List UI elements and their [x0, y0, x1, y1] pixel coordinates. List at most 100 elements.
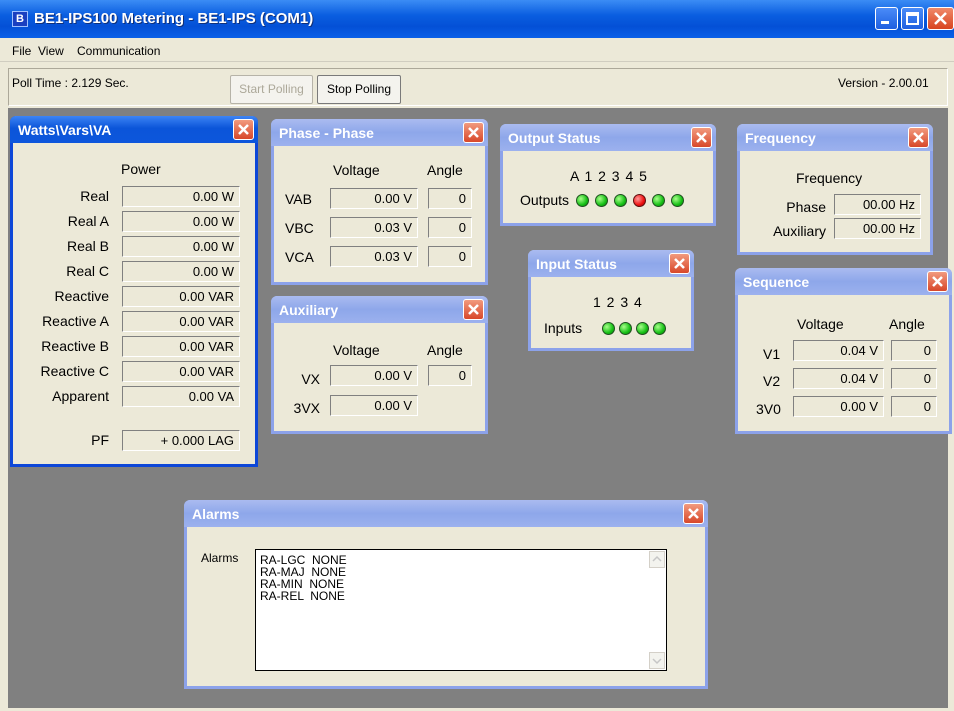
output-led-2: [614, 194, 627, 207]
alarms-caption[interactable]: Alarms: [184, 500, 708, 527]
output-status-window: Output Status A 1 2 3 4 5 Outputs: [500, 124, 716, 226]
frequency-caption[interactable]: Frequency: [737, 124, 933, 151]
minimize-button[interactable]: [875, 7, 898, 30]
3vx-label: 3VX: [293, 400, 320, 416]
menu-communication[interactable]: Communication: [77, 44, 160, 58]
output-status-title: Output Status: [508, 130, 601, 146]
start-polling-button[interactable]: Start Polling: [230, 75, 313, 104]
vbc-label: VBC: [285, 220, 314, 236]
watts-window: Watts\Vars\VA Power Real 0.00 W Real A 0…: [10, 116, 258, 467]
input-close-button[interactable]: [669, 253, 690, 274]
v1-voltage: 0.04 V: [793, 340, 884, 361]
phase-title: Phase - Phase: [279, 125, 374, 141]
row-label: Reactive B: [41, 338, 109, 354]
menu-file[interactable]: File: [12, 44, 31, 58]
auxiliary-close-button[interactable]: [463, 299, 484, 320]
phase-frequency-value: 00.00 Hz: [834, 194, 921, 215]
angle-header: Angle: [427, 342, 463, 358]
angle-header: Angle: [889, 316, 925, 332]
output-led-1: [595, 194, 608, 207]
title-bar[interactable]: B BE1-IPS100 Metering - BE1-IPS (COM1): [0, 0, 954, 38]
alarm-line: RA-REL NONE: [260, 589, 345, 603]
row-label: Real A: [67, 213, 109, 229]
minimize-icon: [881, 21, 889, 24]
input-status-window: Input Status 1 2 3 4 Inputs: [528, 250, 694, 351]
frequency-title: Frequency: [745, 130, 816, 146]
pf-label: PF: [91, 432, 109, 448]
alarms-close-button[interactable]: [683, 503, 704, 524]
row-label: Real: [80, 188, 109, 204]
alarms-title: Alarms: [192, 506, 240, 522]
sequence-window: Sequence Voltage Angle V1 0.04 V 0 V2 0.…: [735, 268, 952, 434]
input-led-1: [602, 322, 615, 335]
auxiliary-caption[interactable]: Auxiliary: [271, 296, 488, 323]
alarms-label: Alarms: [201, 551, 239, 565]
vca-angle: 0: [428, 246, 472, 267]
phase-window: Phase - Phase Voltage Angle VAB 0.00 V 0…: [271, 119, 488, 285]
sequence-close-button[interactable]: [927, 271, 948, 292]
sequence-caption[interactable]: Sequence: [735, 268, 952, 295]
close-icon: [468, 127, 479, 138]
close-icon: [934, 12, 947, 25]
output-led-4: [652, 194, 665, 207]
output-led-3: [633, 194, 646, 207]
close-button[interactable]: [927, 7, 954, 30]
row-label: Real C: [66, 263, 109, 279]
watts-close-button[interactable]: [233, 119, 254, 140]
watts-caption[interactable]: Watts\Vars\VA: [10, 116, 258, 143]
row-label: Reactive: [54, 288, 109, 304]
v1-label: V1: [763, 346, 781, 362]
row-label: Reactive C: [40, 363, 109, 379]
voltage-header: Voltage: [797, 316, 844, 332]
input-headers: 1 2 3 4: [593, 294, 642, 310]
v2-voltage: 0.04 V: [793, 368, 884, 389]
reactive-c-value: 0.00 VAR: [122, 361, 240, 382]
input-status-title: Input Status: [536, 256, 617, 272]
menu-view[interactable]: View: [38, 44, 64, 58]
row-label: Real B: [66, 238, 109, 254]
vab-voltage: 0.00 V: [330, 188, 418, 209]
vbc-voltage: 0.03 V: [330, 217, 418, 238]
stop-polling-button[interactable]: Stop Polling: [317, 75, 401, 104]
frequency-close-button[interactable]: [908, 127, 929, 148]
v2-label: V2: [763, 373, 781, 389]
close-icon: [468, 304, 479, 315]
real-c-value: 0.00 W: [122, 261, 240, 282]
output-close-button[interactable]: [691, 127, 712, 148]
close-icon: [238, 124, 249, 135]
angle-header: Angle: [427, 162, 463, 178]
scroll-up-icon: [652, 555, 662, 562]
scroll-up-button[interactable]: [649, 551, 665, 568]
alarms-textbox[interactable]: RA-LGC NONE RA-MAJ NONE RA-MIN NONE RA-R…: [255, 549, 667, 671]
poll-time: Poll Time : 2.129 Sec.: [12, 76, 129, 90]
vx-label: VX: [301, 371, 320, 387]
input-status-caption[interactable]: Input Status: [528, 250, 694, 277]
auxiliary-frequency-value: 00.00 Hz: [834, 218, 921, 239]
toolbar: [8, 68, 948, 106]
vx-voltage: 0.00 V: [330, 365, 418, 386]
close-icon: [913, 132, 924, 143]
auxiliary-window: Auxiliary Voltage Angle VX 0.00 V 0 3VX …: [271, 296, 488, 434]
voltage-header: Voltage: [333, 342, 380, 358]
voltage-header: Voltage: [333, 162, 380, 178]
inputs-label: Inputs: [544, 320, 583, 336]
vca-label: VCA: [285, 249, 314, 265]
scroll-down-icon: [652, 658, 662, 665]
output-status-caption[interactable]: Output Status: [500, 124, 716, 151]
sequence-title: Sequence: [743, 274, 810, 290]
close-icon: [688, 508, 699, 519]
menu-bar: File View Communication: [0, 38, 954, 62]
phase-caption[interactable]: Phase - Phase: [271, 119, 488, 146]
power-header: Power: [121, 161, 161, 177]
watts-title: Watts\Vars\VA: [18, 122, 112, 138]
scroll-down-button[interactable]: [649, 652, 665, 669]
outputs-label: Outputs: [520, 192, 570, 208]
3v0-angle: 0: [891, 396, 937, 417]
3v0-label: 3V0: [756, 401, 781, 417]
real-b-value: 0.00 W: [122, 236, 240, 257]
v2-angle: 0: [891, 368, 937, 389]
phase-close-button[interactable]: [463, 122, 484, 143]
maximize-button[interactable]: [901, 7, 924, 30]
reactive-b-value: 0.00 VAR: [122, 336, 240, 357]
alarms-window: Alarms Alarms RA-LGC NONE RA-MAJ NONE RA…: [184, 500, 708, 689]
